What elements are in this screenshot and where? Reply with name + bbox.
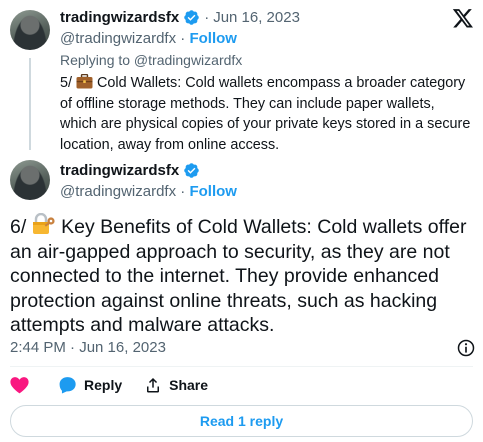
reply-button[interactable]: Reply	[58, 376, 122, 394]
follow-button[interactable]: Follow	[189, 30, 237, 47]
share-label: Share	[169, 377, 209, 393]
avatar[interactable]	[10, 10, 50, 50]
action-bar: Reply Share	[10, 376, 230, 394]
parent-handle-row: @tradingwizardfx · Follow	[60, 30, 237, 47]
separator: ·	[180, 30, 186, 47]
share-button[interactable]: Share	[144, 376, 208, 394]
heart-icon	[10, 377, 29, 394]
x-logo-icon[interactable]	[452, 7, 474, 29]
follow-button[interactable]: Follow	[189, 183, 237, 200]
lock-with-key-icon	[32, 213, 55, 234]
thread-connector-line	[29, 58, 31, 150]
author-name[interactable]: tradingwizardsfx	[60, 162, 179, 179]
tweet-body: Key Benefits of Cold Wallets: Cold walle…	[10, 216, 467, 336]
parent-tweet-text: 5/ Cold Wallets: Cold wallets encompass …	[60, 73, 475, 155]
tweet-timestamp[interactable]: 2:44 PM · Jun 16, 2023	[10, 339, 166, 356]
divider	[10, 366, 473, 367]
share-icon	[147, 377, 160, 393]
like-button[interactable]	[10, 376, 36, 394]
reply-label: Reply	[84, 377, 123, 393]
read-replies-button[interactable]: Read 1 reply	[10, 405, 473, 437]
author-name[interactable]: tradingwizardsfx	[60, 9, 179, 26]
separator: ·	[180, 183, 186, 200]
tweet-date[interactable]: Jun 16, 2023	[213, 9, 300, 26]
main-handle-row: @tradingwizardfx · Follow	[60, 183, 237, 200]
briefcase-icon	[76, 74, 93, 89]
main-tweet-header: tradingwizardsfx	[60, 162, 200, 179]
thread-number: 5/	[60, 75, 73, 91]
reply-bubble-icon	[59, 377, 76, 394]
replying-to-label: Replying to @tradingwizardfx	[60, 52, 243, 68]
parent-tweet-header: tradingwizardsfx · Jun 16, 2023	[60, 9, 300, 26]
read-replies-label: Read 1 reply	[199, 413, 284, 429]
author-handle[interactable]: @tradingwizardfx	[60, 183, 176, 200]
separator: ·	[204, 9, 210, 26]
thread-number: 6/	[10, 216, 27, 238]
author-handle[interactable]: @tradingwizardfx	[60, 30, 176, 47]
avatar[interactable]	[10, 160, 50, 200]
verified-badge-icon	[184, 10, 199, 25]
info-icon[interactable]	[456, 338, 476, 358]
tweet-body: Cold Wallets: Cold wallets encompass a b…	[60, 75, 471, 153]
main-tweet-text: 6/ Key Benefits of Cold Wallets: Cold wa…	[10, 213, 480, 338]
verified-badge-icon	[184, 163, 199, 178]
